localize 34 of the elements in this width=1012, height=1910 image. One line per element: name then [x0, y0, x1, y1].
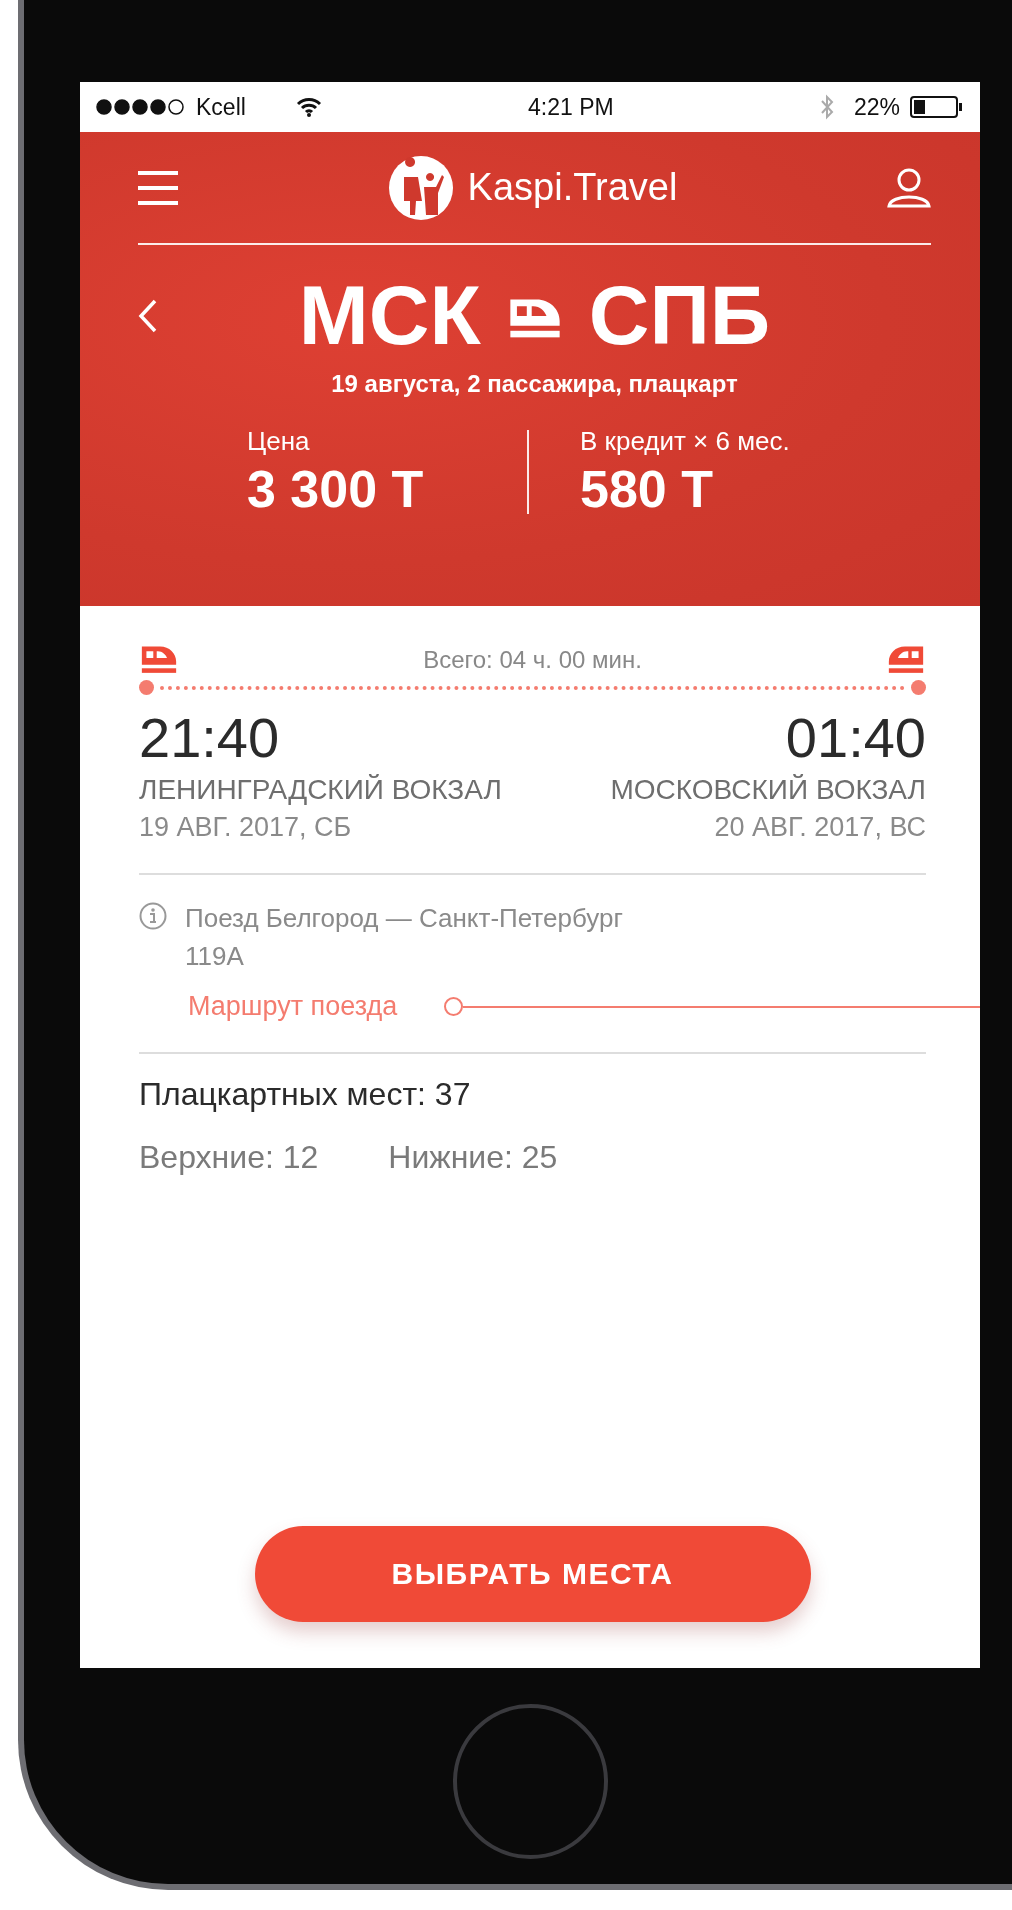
credit-value: 580 Т: [580, 459, 714, 519]
station-name: ЛЕНИНГРАДСКИЙ ВОКЗАЛ: [139, 774, 502, 806]
price-label: Цена: [247, 426, 311, 457]
battery-icon: [910, 95, 964, 119]
train-name: Поезд Белгород — Санкт-Петербург: [185, 902, 623, 935]
bluetooth-icon: [819, 94, 834, 120]
time-text: 01:40: [785, 705, 926, 770]
upper-seats: Верхние: 12: [139, 1139, 319, 1176]
logo-icon: [387, 154, 454, 221]
seats-total: Плацкартных мест: 37: [139, 1076, 472, 1113]
clock-text: 4:21 PM: [528, 93, 614, 121]
brand-name: Kaspi.Travel: [467, 166, 678, 209]
credit-label: В кредит × 6 мес.: [580, 426, 790, 457]
lower-seats: Нижние: 25: [388, 1139, 558, 1176]
trip-summary: 19 августа, 2 пассажира, плацкарт: [330, 370, 739, 398]
origin-code: МСК: [298, 267, 481, 364]
battery-percent: 22%: [853, 93, 900, 121]
date-text: 20 АВГ. 2017, ВС: [714, 812, 926, 843]
destination-code: СПБ: [588, 267, 771, 364]
back-icon[interactable]: [138, 298, 158, 333]
time-text: 21:40: [139, 705, 281, 770]
signal-icon: [96, 99, 186, 115]
route-link[interactable]: Маршрут поезда: [188, 991, 398, 1022]
date-text: 19 АВГ. 2017, СБ: [139, 812, 353, 843]
duration-text: Всего: 04 ч. 00 мин.: [423, 646, 642, 674]
choose-seats-button[interactable]: ВЫБРАТЬ МЕСТА: [254, 1526, 811, 1622]
train-number: 119А: [185, 940, 245, 973]
station-name: МОСКОВСКИЙ ВОКЗАЛ: [610, 774, 926, 806]
wifi-icon: [295, 97, 322, 117]
user-icon[interactable]: [887, 167, 931, 208]
info-icon: [139, 902, 167, 930]
menu-icon[interactable]: [138, 170, 178, 205]
carrier-text: Kcell: [196, 93, 246, 121]
price-value: 3 300 Т: [247, 459, 425, 519]
